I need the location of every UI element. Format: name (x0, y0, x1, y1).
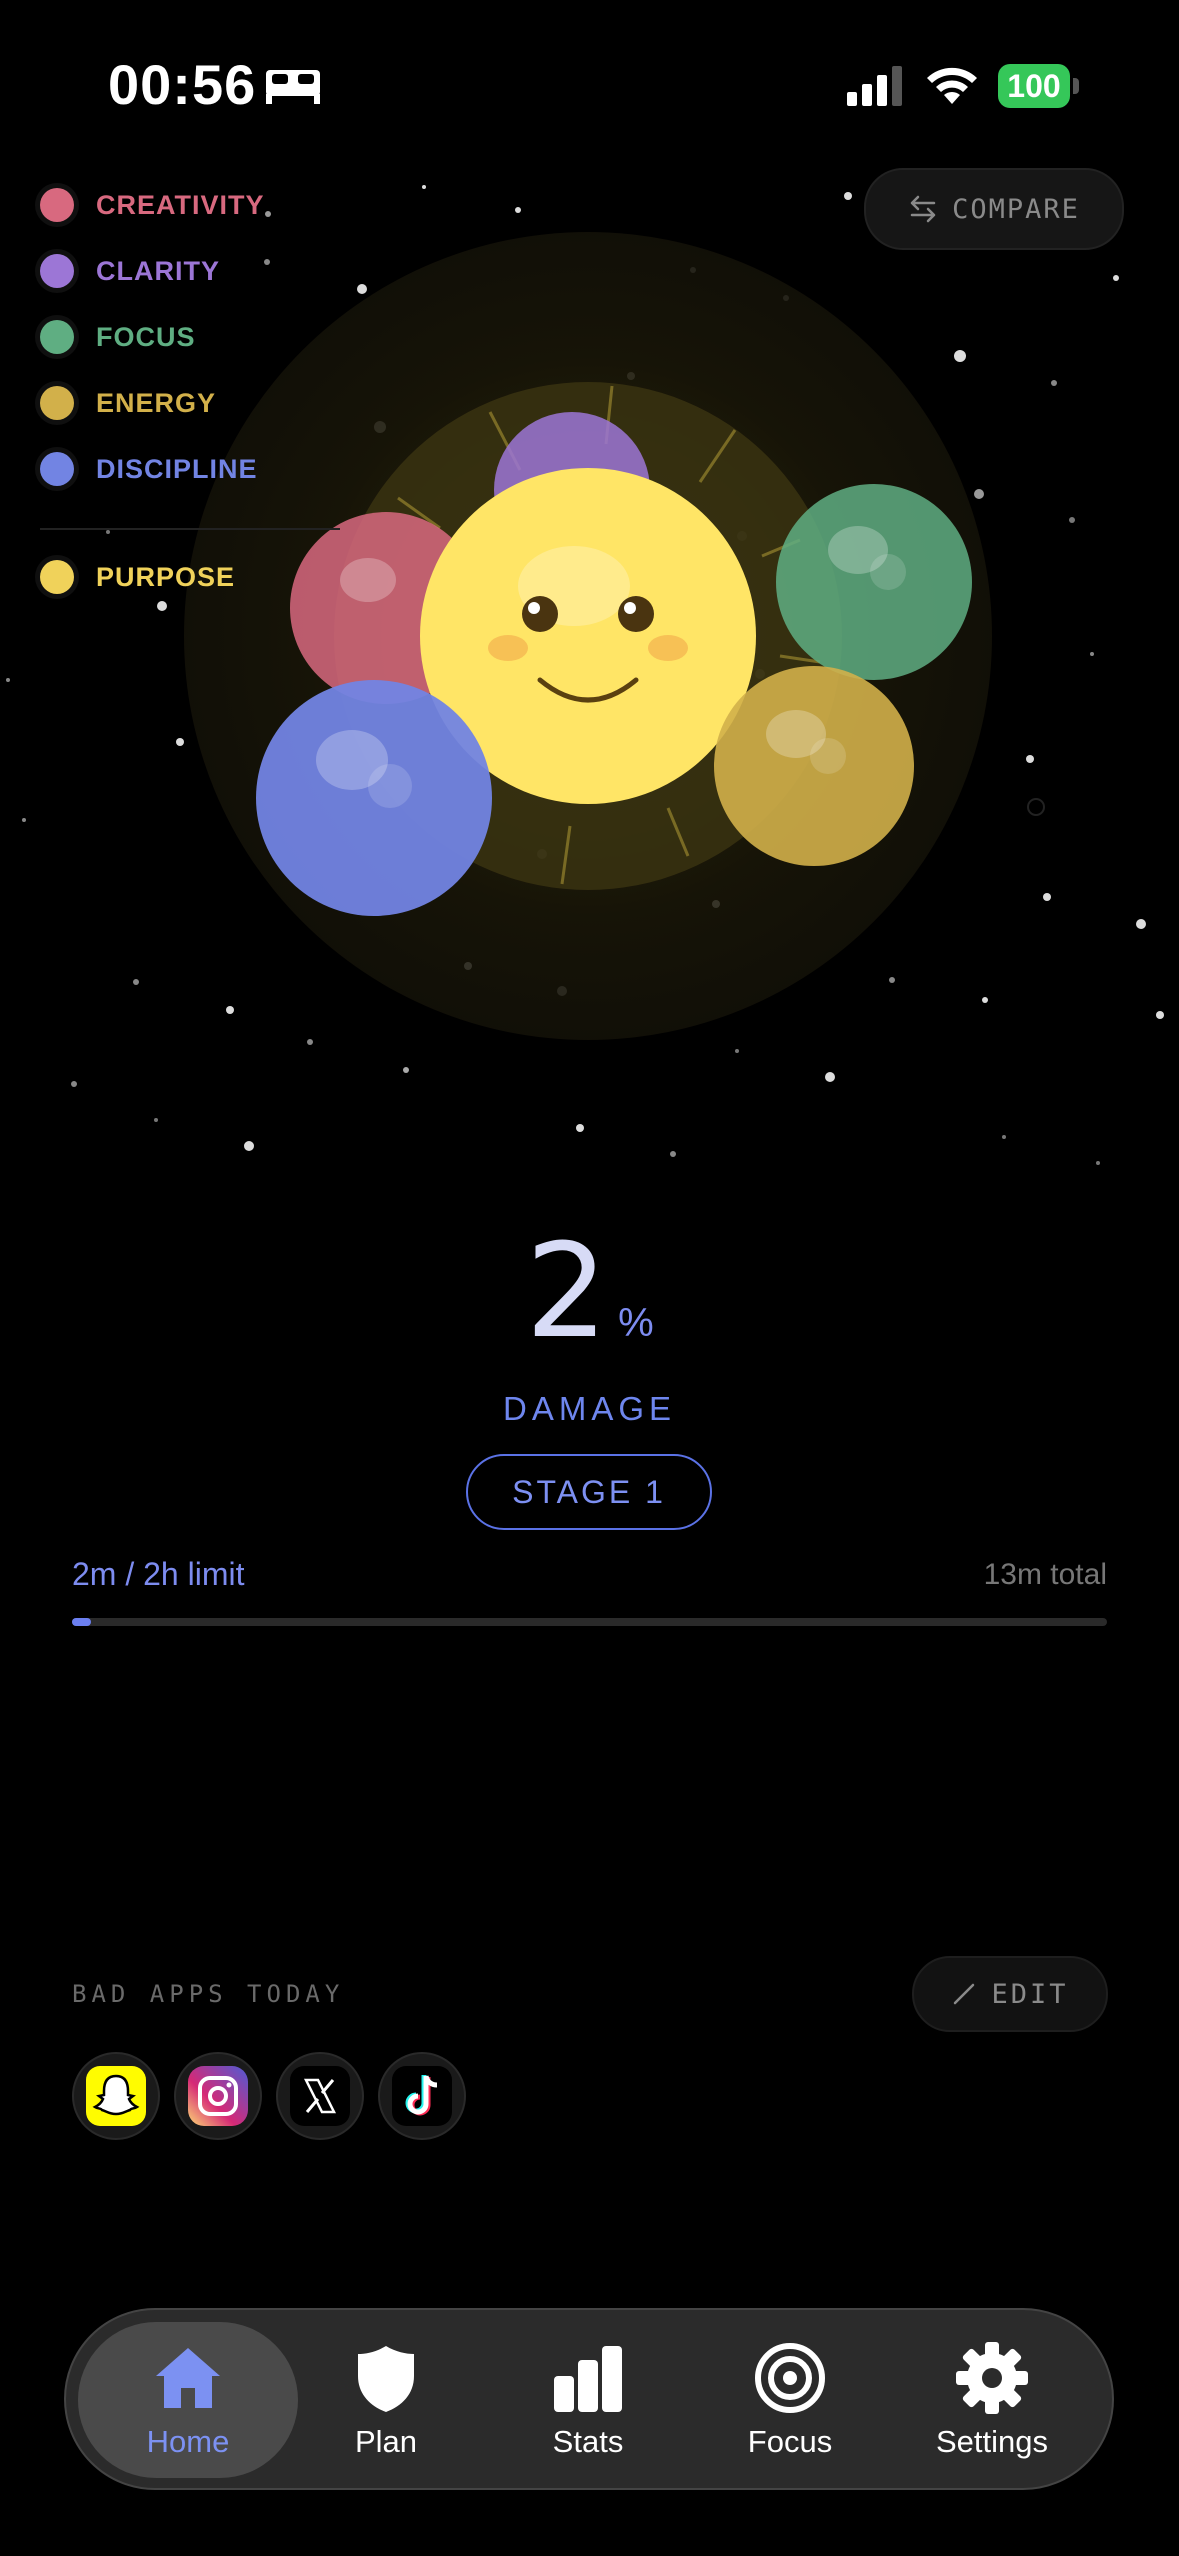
tab-plan[interactable]: Plan (286, 2322, 486, 2478)
x-icon (290, 2066, 350, 2126)
usage-limit-text: 2m / 2h limit (72, 1556, 245, 1592)
clarity-dot (40, 254, 74, 288)
stat-legend: CREATIVITY CLARITY FOCUS ENERGY DISCIPLI… (40, 172, 340, 610)
usage-progress-bar (72, 1618, 1107, 1626)
pencil-icon (954, 1983, 975, 2005)
stage-button[interactable]: STAGE 1 (466, 1454, 712, 1530)
damage-value: 2 (525, 1215, 609, 1367)
app-tile-x[interactable] (276, 2052, 364, 2140)
energy-dot (40, 386, 74, 420)
legend-item-discipline: DISCIPLINE (40, 436, 340, 502)
target-icon (755, 2343, 825, 2413)
usage-total-text: 13m total (983, 1558, 1107, 1591)
cellular-signal-icon (847, 66, 902, 106)
compare-button[interactable]: COMPARE (864, 168, 1124, 250)
discipline-dot (40, 452, 74, 486)
tab-settings[interactable]: Settings (892, 2322, 1092, 2478)
purpose-dot (40, 560, 74, 594)
app-tile-tiktok[interactable] (378, 2052, 466, 2140)
wifi-icon (927, 67, 977, 104)
damage-unit: % (618, 1301, 654, 1345)
edit-button[interactable]: EDIT (912, 1956, 1108, 2032)
house-icon (156, 2348, 220, 2408)
swap-arrows-icon (910, 195, 936, 223)
edit-label: EDIT (991, 1978, 1069, 2010)
instagram-icon (188, 2066, 248, 2126)
focus-dot (40, 320, 74, 354)
legend-item-clarity: CLARITY (40, 238, 340, 304)
usage-progress-fill (72, 1618, 91, 1626)
tab-home[interactable]: Home (78, 2322, 298, 2478)
battery-level: 100 (998, 64, 1070, 108)
bad-apps-title: BAD APPS TODAY (72, 1980, 345, 2008)
legend-item-energy: ENERGY (40, 370, 340, 436)
app-tile-instagram[interactable] (174, 2052, 262, 2140)
app-tile-snapchat[interactable] (72, 2052, 160, 2140)
tab-bar: Home Plan Stats Focus Settings (64, 2308, 1114, 2490)
damage-readout: 2% (0, 1215, 1179, 1367)
creativity-dot (40, 188, 74, 222)
legend-divider (40, 528, 340, 530)
legend-item-focus: FOCUS (40, 304, 340, 370)
shield-icon (358, 2346, 414, 2412)
snapchat-icon (86, 2066, 146, 2126)
bar-chart-icon (554, 2346, 622, 2412)
tiktok-icon (392, 2066, 452, 2126)
bed-icon (266, 70, 320, 104)
legend-item-creativity: CREATIVITY (40, 172, 340, 238)
legend-item-purpose: PURPOSE (40, 544, 340, 610)
tab-focus[interactable]: Focus (690, 2322, 890, 2478)
tab-stats[interactable]: Stats (488, 2322, 688, 2478)
battery-indicator: 100 (998, 64, 1080, 108)
status-time: 00:56 (108, 53, 257, 116)
bad-apps-list (72, 2052, 480, 2140)
compare-label: COMPARE (952, 193, 1080, 225)
damage-label: DAMAGE (502, 1390, 677, 1427)
gear-icon (956, 2342, 1028, 2414)
